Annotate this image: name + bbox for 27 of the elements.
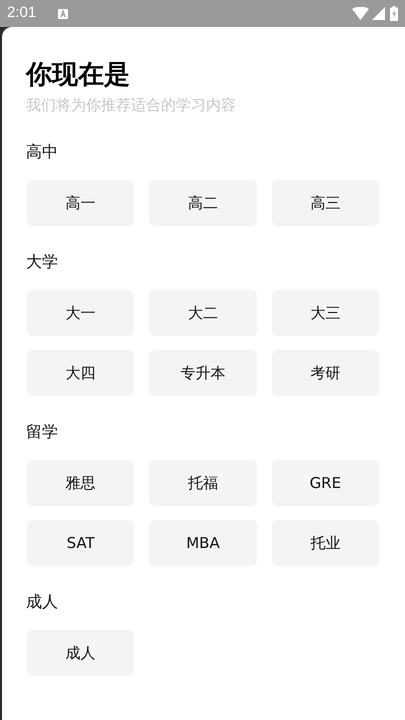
wifi-icon [352, 7, 369, 20]
option-button[interactable]: 成人 [27, 630, 134, 676]
section-label: 高中 [26, 141, 59, 163]
option-button[interactable]: 雅思 [27, 460, 134, 506]
option-button[interactable]: 大四 [27, 350, 134, 396]
option-button[interactable]: 托福 [149, 460, 257, 506]
option-button[interactable]: 高三 [272, 180, 379, 226]
option-button[interactable]: 高二 [149, 180, 257, 226]
status-time: 2:01 [7, 3, 36, 24]
option-button[interactable]: 高一 [27, 180, 134, 226]
page-title: 你现在是 [26, 59, 131, 92]
section-label: 成人 [26, 591, 59, 613]
option-button[interactable]: 专升本 [149, 350, 257, 396]
option-button[interactable]: 大一 [27, 290, 134, 336]
option-button[interactable]: 大二 [149, 290, 257, 336]
option-button[interactable]: MBA [149, 520, 257, 566]
signal-icon [372, 7, 385, 20]
section-label: 大学 [26, 251, 59, 273]
page-subtitle: 我们将为你推荐适合的学习内容 [26, 95, 237, 116]
option-button[interactable]: GRE [272, 460, 379, 506]
option-button[interactable]: 大三 [272, 290, 379, 336]
option-button[interactable]: 考研 [272, 350, 379, 396]
option-button[interactable]: SAT [27, 520, 134, 566]
notification-icon [58, 8, 68, 18]
section-label: 留学 [26, 421, 59, 443]
battery-icon [390, 6, 398, 21]
option-button[interactable]: 托业 [272, 520, 379, 566]
